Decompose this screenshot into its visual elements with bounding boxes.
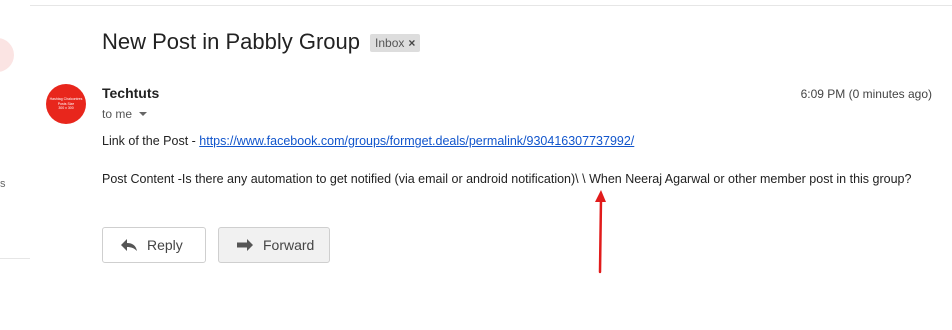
sidebar-divider [0, 258, 30, 259]
forward-icon [237, 239, 253, 251]
sidebar-fragment: s [0, 178, 6, 190]
label-text: Inbox [375, 36, 405, 50]
forward-button[interactable]: Forward [218, 227, 330, 263]
subject-row: New Post in Pabbly Group Inbox × [102, 29, 421, 55]
inbox-label-chip[interactable]: Inbox × [370, 34, 421, 52]
avatar[interactable]: Hashtag Chalcontres Posts Size 300 x 300 [46, 84, 86, 124]
chevron-down-icon[interactable] [139, 112, 148, 116]
email-subject: New Post in Pabbly Group [102, 29, 361, 54]
forward-label: Forward [263, 237, 315, 253]
reply-icon [121, 239, 137, 251]
sidebar-avatar-fragment [0, 38, 14, 72]
recipient-details[interactable]: to me [102, 107, 148, 121]
avatar-text-line: 300 x 300 [58, 106, 74, 111]
post-content: Post Content -Is there any automation to… [102, 172, 912, 186]
email-timestamp: 6:09 PM (0 minutes ago) [800, 87, 932, 101]
close-icon[interactable]: × [408, 36, 415, 50]
post-link[interactable]: https://www.facebook.com/groups/formget.… [199, 134, 634, 148]
sender-name[interactable]: Techtuts [102, 85, 159, 101]
annotation-arrow [595, 190, 606, 274]
link-prefix: Link of the Post - [102, 134, 200, 148]
header-divider [30, 5, 952, 6]
post-link-line: Link of the Post - https://www.facebook.… [102, 134, 634, 148]
recipient-label: to me [102, 107, 133, 121]
reply-button[interactable]: Reply [102, 227, 206, 263]
reply-label: Reply [147, 237, 183, 253]
